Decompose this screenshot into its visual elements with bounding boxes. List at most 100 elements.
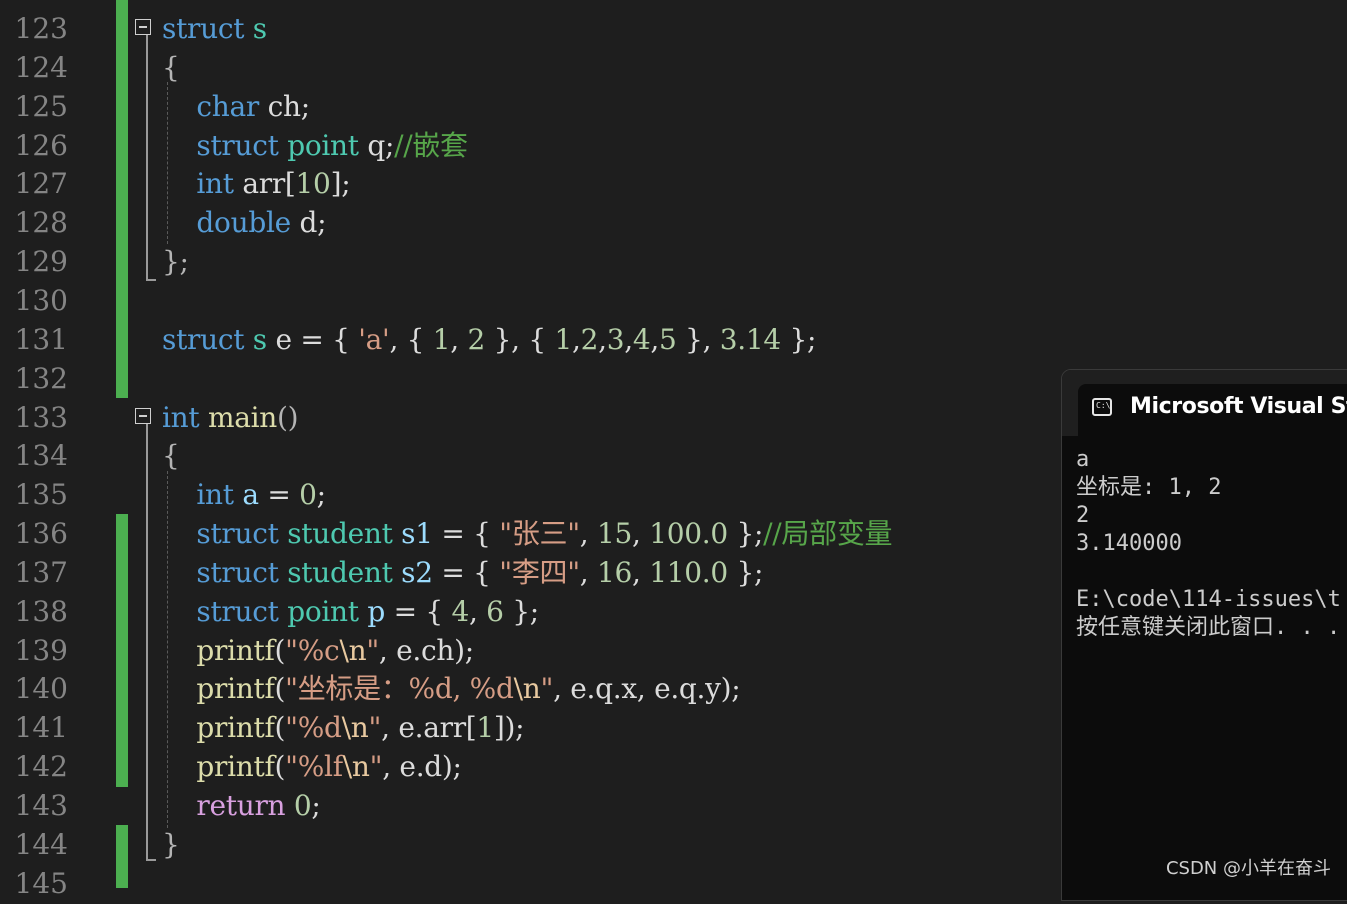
code-token: 1 xyxy=(554,322,572,356)
console-window[interactable]: C:\ Microsoft Visual Studio a 坐标是: 1, 2 2 3… xyxy=(1061,369,1347,901)
fold-region-end xyxy=(146,279,156,281)
code-token: struct xyxy=(162,322,245,356)
code-token: printf xyxy=(196,672,275,706)
code-token: }; xyxy=(727,517,764,551)
code-token: { xyxy=(162,50,180,84)
code-token: } xyxy=(162,827,180,861)
code-token: student xyxy=(287,555,393,589)
console-tab-bar: C:\ Microsoft Visual Studio xyxy=(1062,370,1347,436)
code-token: " xyxy=(540,672,554,706)
code-token: 110.0 xyxy=(649,555,728,589)
line-number: 136 xyxy=(14,517,68,551)
code-token: , xyxy=(598,322,607,356)
line-number: 138 xyxy=(14,594,68,628)
code-token: int xyxy=(196,167,234,201)
line-number: 124 xyxy=(14,50,68,84)
code-token: 16 xyxy=(597,555,633,589)
code-token: printf xyxy=(196,711,275,745)
code-token: struct xyxy=(196,128,279,162)
console-title: Microsoft Visual Studio xyxy=(1130,394,1347,419)
code-token: 2 xyxy=(580,322,599,356)
change-bar xyxy=(116,514,128,787)
code-token: , e.d); xyxy=(382,750,462,784)
code-token: " xyxy=(368,711,382,745)
code-token: a xyxy=(242,478,259,512)
line-number: 133 xyxy=(14,400,68,434)
console-tab[interactable]: C:\ Microsoft Visual Studio xyxy=(1078,384,1347,436)
line-number: 141 xyxy=(14,711,68,745)
code-token: , xyxy=(632,555,650,589)
code-token: 4 xyxy=(632,322,651,356)
watermark: CSDN @小羊在奋斗 xyxy=(1165,858,1331,879)
console-output: a 坐标是: 1, 2 2 3.140000 E:\code\114-issues\t 按… xyxy=(1076,446,1341,642)
code-token: , xyxy=(468,594,487,628)
code-token: = { xyxy=(384,594,452,628)
code-token: struct xyxy=(162,12,245,45)
code-line: printf("%d\n", e.arr[1]); xyxy=(162,709,524,748)
code-line: int main() xyxy=(162,399,299,438)
line-number: 135 xyxy=(14,478,68,512)
line-number: 140 xyxy=(14,672,68,706)
code-token: return xyxy=(196,789,286,822)
code-token: }; xyxy=(503,594,539,628)
code-line: struct s xyxy=(162,10,267,49)
line-number: 137 xyxy=(14,555,68,589)
code-token: point xyxy=(287,128,359,162)
code-token: = xyxy=(258,478,300,512)
line-number: 128 xyxy=(14,206,68,240)
code-token: ]; xyxy=(330,167,351,201)
code-token: \n xyxy=(513,672,541,706)
code-token: s2 xyxy=(401,555,433,589)
code-token: }, xyxy=(676,322,720,356)
code-line: struct point p = { 4, 6 }; xyxy=(162,593,539,632)
code-token: " xyxy=(366,633,379,667)
code-token: ( xyxy=(274,633,286,667)
code-line: printf("%lf\n", e.d); xyxy=(162,748,462,787)
code-token: e = { xyxy=(266,322,359,356)
code-token: int xyxy=(196,478,234,512)
code-token: 15 xyxy=(597,517,633,551)
line-number: 129 xyxy=(14,245,68,279)
code-token: 'a' xyxy=(358,322,390,356)
console-output-line: 按任意键关闭此窗口. . . xyxy=(1076,615,1341,640)
code-token: //嵌套 xyxy=(394,128,468,162)
code-token: \n xyxy=(339,633,367,667)
code-token: struct xyxy=(196,594,279,628)
line-number: 125 xyxy=(14,89,68,123)
line-number: 126 xyxy=(14,128,68,162)
console-output-line: a xyxy=(1076,447,1090,472)
code-token: 10 xyxy=(295,167,331,201)
code-token: 1 xyxy=(476,711,494,745)
code-token: 3 xyxy=(606,322,625,356)
code-token: = { xyxy=(432,517,500,551)
line-number: 132 xyxy=(14,361,68,395)
code-token: 5 xyxy=(658,322,677,356)
collapse-main-icon[interactable] xyxy=(135,408,151,424)
collapse-struct-icon[interactable] xyxy=(135,19,151,35)
code-token: int xyxy=(162,400,200,434)
code-token: 3.14 xyxy=(719,322,781,356)
code-token: , xyxy=(571,322,581,356)
code-line: struct student s2 = { "李四", 16, 110.0 }; xyxy=(162,554,763,593)
code-token: struct xyxy=(196,555,279,589)
code-line: { xyxy=(162,49,180,88)
code-token: p xyxy=(367,594,385,628)
code-token: ( xyxy=(274,672,286,706)
code-token: { xyxy=(162,439,180,473)
code-token: 2 xyxy=(467,322,485,356)
code-line: int a = 0; xyxy=(162,476,326,515)
line-number: 145 xyxy=(14,866,68,900)
code-line: } xyxy=(162,826,180,865)
fold-region-end xyxy=(146,859,156,861)
